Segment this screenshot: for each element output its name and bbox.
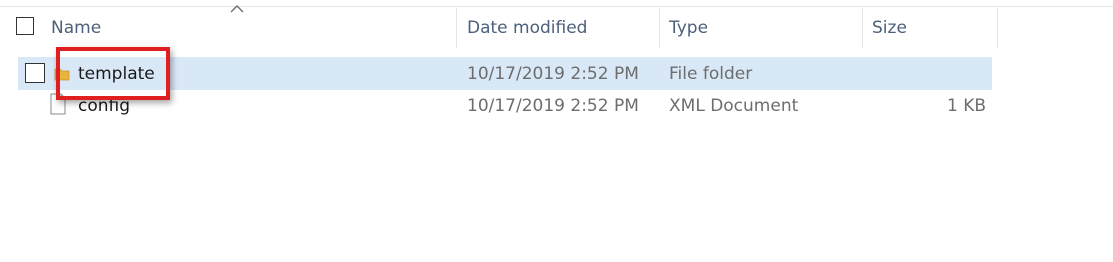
column-divider[interactable] (997, 8, 998, 48)
column-divider[interactable] (659, 8, 660, 48)
annotation-highlight-box (56, 47, 170, 100)
row-checkbox[interactable] (25, 63, 45, 83)
column-header-name[interactable]: Name (51, 18, 101, 38)
file-date-modified: 10/17/2019 2:52 PM (467, 96, 639, 116)
file-type: XML Document (669, 96, 799, 116)
sort-ascending-icon[interactable] (230, 4, 244, 14)
column-divider[interactable] (456, 8, 457, 48)
column-header-type[interactable]: Type (669, 18, 708, 38)
file-type: File folder (669, 64, 753, 84)
file-explorer-view: Name Date modified Type Size template 10… (0, 0, 1113, 262)
column-header: Name Date modified Type Size (0, 5, 1000, 48)
column-header-size[interactable]: Size (872, 18, 907, 38)
column-divider[interactable] (862, 8, 863, 48)
select-all-checkbox[interactable] (16, 17, 34, 35)
file-date-modified: 10/17/2019 2:52 PM (467, 64, 639, 84)
top-divider (0, 0, 1113, 7)
file-size: 1 KB (946, 96, 986, 116)
column-header-date-modified[interactable]: Date modified (467, 18, 587, 38)
